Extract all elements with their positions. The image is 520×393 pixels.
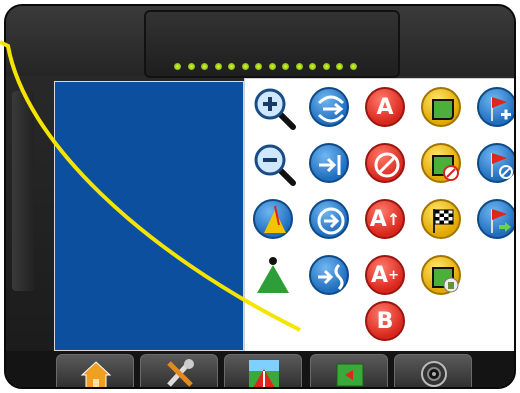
guidance-swoosh-line xyxy=(0,40,301,332)
